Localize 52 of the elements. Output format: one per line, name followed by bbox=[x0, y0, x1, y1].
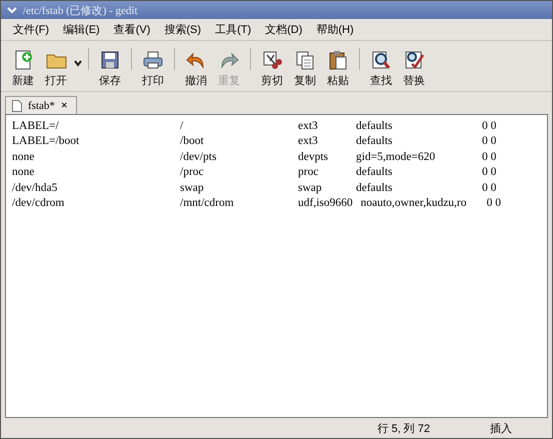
toolbar-button[interactable]: 新建 bbox=[7, 49, 39, 88]
toolbar-button[interactable]: 剪切 bbox=[256, 49, 288, 88]
text-field: noauto,owner,kudzu,ro bbox=[360, 197, 479, 210]
window-title: /etc/fstab (已修改) - gedit bbox=[23, 4, 138, 18]
text-field: 0 0 bbox=[482, 182, 522, 194]
text-field: LABEL=/boot bbox=[12, 135, 172, 148]
insert-mode: 插入 bbox=[490, 422, 512, 436]
toolbar-button[interactable]: 替换 bbox=[398, 49, 430, 88]
toolbar-button[interactable]: 粘贴 bbox=[322, 49, 354, 88]
toolbar-button[interactable]: 保存 bbox=[94, 49, 126, 88]
text-field: swap bbox=[180, 182, 290, 194]
text-field: defaults bbox=[356, 182, 474, 194]
text-field: LABEL=/ bbox=[12, 120, 172, 132]
text-field: defaults bbox=[356, 166, 474, 178]
text-field: 0 0 bbox=[482, 150, 522, 163]
menu-item[interactable]: 工具(T) bbox=[209, 22, 260, 37]
document-tab[interactable]: fstab* × bbox=[5, 96, 77, 114]
text-field: /dev/pts bbox=[180, 150, 290, 163]
toolbar-button[interactable]: 打开 bbox=[40, 49, 72, 88]
menu-item[interactable]: 编辑(E) bbox=[57, 22, 108, 37]
toolbar-button[interactable]: 复制 bbox=[289, 49, 321, 88]
menu-item[interactable]: 帮助(H) bbox=[310, 22, 362, 37]
text-field: 0 0 bbox=[486, 197, 527, 210]
text-field: gid=5,mode=620 bbox=[356, 150, 474, 163]
text-field: swap bbox=[298, 182, 348, 194]
toolbar-button[interactable]: 打印 bbox=[137, 49, 169, 88]
text-field: / bbox=[180, 120, 290, 132]
menu-item[interactable]: 文档(D) bbox=[259, 22, 310, 37]
text-field: defaults bbox=[356, 120, 474, 132]
menu-item[interactable]: 搜索(S) bbox=[158, 22, 210, 37]
text-field: udf,iso9660 bbox=[298, 197, 353, 210]
toolbar-button[interactable]: 撤消 bbox=[180, 49, 212, 88]
close-icon[interactable]: × bbox=[60, 98, 68, 113]
text-field: /proc bbox=[180, 166, 290, 178]
text-field: none bbox=[12, 150, 172, 163]
text-field: none bbox=[12, 166, 172, 178]
text-field: 0 0 bbox=[482, 166, 522, 178]
text-field: proc bbox=[298, 166, 348, 178]
text-field: /dev/cdrom bbox=[12, 197, 172, 210]
toolbar-button[interactable]: 查找 bbox=[365, 49, 397, 88]
text-field: /dev/hda5 bbox=[12, 182, 172, 194]
cursor-position: 行 5, 列 72 bbox=[377, 422, 430, 436]
text-field: ext3 bbox=[298, 135, 348, 148]
text-field: /boot bbox=[180, 135, 290, 148]
text-field: 0 0 bbox=[482, 135, 522, 148]
text-field: 0 0 bbox=[482, 120, 522, 132]
text-field: /mnt/cdrom bbox=[180, 197, 290, 210]
text-field: defaults bbox=[356, 135, 474, 148]
text-field: ext3 bbox=[298, 120, 348, 132]
menu-item[interactable]: 文件(F) bbox=[7, 22, 58, 37]
menu-item[interactable]: 查看(V) bbox=[108, 22, 158, 37]
text-field: devpts bbox=[298, 150, 348, 163]
